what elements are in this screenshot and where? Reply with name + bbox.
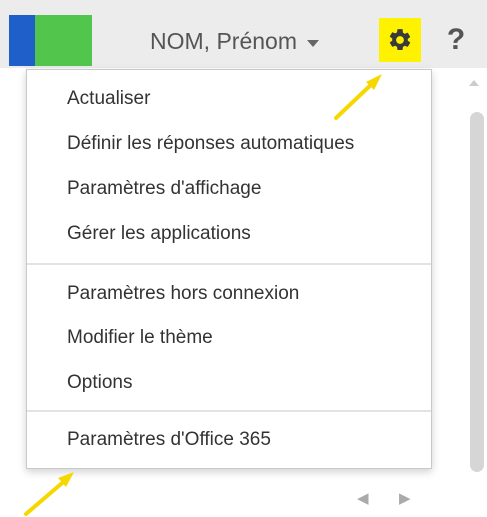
menu-item-reponses-automatiques[interactable]: Définir les réponses automatiques <box>67 133 354 155</box>
menu-item-parametres-hors-connexion[interactable]: Paramètres hors connexion <box>67 283 299 305</box>
menu-divider <box>27 263 431 265</box>
nav-prev-icon[interactable]: ◀ <box>357 489 369 507</box>
menu-item-gerer-applications[interactable]: Gérer les applications <box>67 223 251 245</box>
pointer-arrow-icon <box>24 472 74 516</box>
menu-item-actualiser[interactable]: Actualiser <box>67 88 150 110</box>
help-button[interactable]: ? <box>441 22 471 58</box>
menu-item-modifier-theme[interactable]: Modifier le thème <box>67 327 213 349</box>
app-tile-blue[interactable] <box>9 15 35 66</box>
menu-item-parametres-office365[interactable]: Paramètres d'Office 365 <box>67 429 271 451</box>
user-name: NOM, Prénom <box>150 27 297 54</box>
menu-item-options[interactable]: Options <box>67 372 132 394</box>
scroll-up-icon[interactable] <box>469 80 479 86</box>
gear-icon <box>389 29 411 50</box>
menu-divider <box>27 410 431 412</box>
scrollbar-thumb[interactable] <box>470 112 484 472</box>
settings-menu: Actualiser Définir les réponses automati… <box>26 69 432 469</box>
nav-next-icon[interactable]: ▶ <box>399 489 411 507</box>
app-tile-green[interactable] <box>35 15 92 66</box>
settings-button[interactable] <box>379 18 421 62</box>
chevron-down-icon <box>306 39 319 47</box>
user-menu[interactable]: NOM, Prénom <box>150 24 319 58</box>
top-bar: NOM, Prénom ? <box>0 0 487 68</box>
menu-item-parametres-affichage[interactable]: Paramètres d'affichage <box>67 178 261 200</box>
